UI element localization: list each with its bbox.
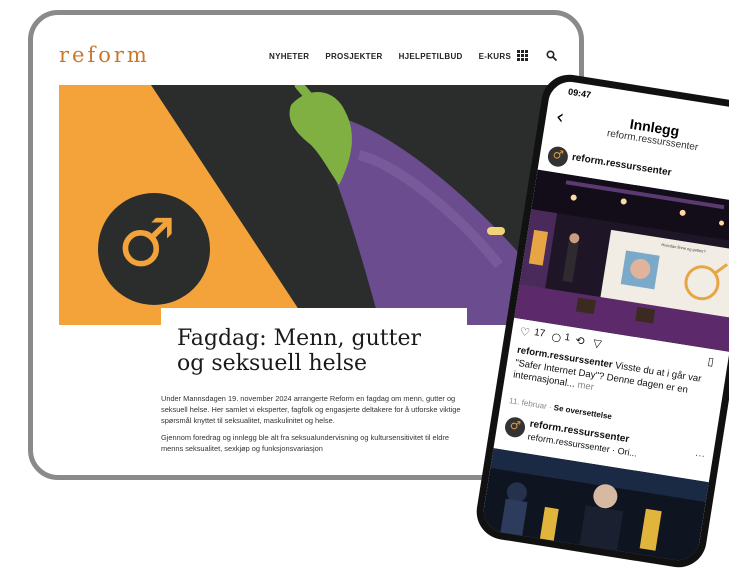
nav-item-prosjekter[interactable]: PROSJEKTER <box>325 52 382 61</box>
mockup-stage: reform NYHETER PROSJEKTER HJELPETILBUD E… <box>0 0 729 571</box>
search-icon[interactable] <box>546 50 557 61</box>
main-nav: NYHETER PROSJEKTER HJELPETILBUD E-KURS <box>269 52 511 61</box>
article-paragraph: Under Mannsdagen 19. november 2024 arran… <box>161 394 461 425</box>
like-count: 17 <box>533 327 546 340</box>
nav-item-e-kurs[interactable]: E-KURS <box>479 52 511 61</box>
comment-icon[interactable]: ○ <box>551 330 563 344</box>
bookmark-icon[interactable]: ▯ <box>707 355 715 369</box>
site-logo[interactable]: reform <box>59 43 150 67</box>
article-paragraph: Gjennom foredrag og innlegg ble alt fra … <box>161 433 449 453</box>
grid-icon[interactable] <box>517 50 528 61</box>
nav-item-hjelpetilbud[interactable]: HJELPETILBUD <box>399 52 463 61</box>
post-photo[interactable]: Hvordan finne og guttes? <box>514 169 729 352</box>
hero-illustration: ♂ <box>59 85 577 325</box>
avatar[interactable]: ♂ <box>503 415 527 439</box>
post-date: 11. februar <box>508 396 548 411</box>
status-time: 09:47 <box>567 86 592 100</box>
male-symbol-icon: ♂ <box>551 146 565 163</box>
share-icon[interactable]: ▽ <box>592 337 602 351</box>
male-symbol-icon: ♂ <box>117 205 177 282</box>
translate-link[interactable]: Se oversettelse <box>553 403 612 421</box>
avatar[interactable]: ♂ <box>546 145 570 169</box>
article-body: Under Mannsdagen 19. november 2024 arran… <box>161 393 467 460</box>
more-options-icon[interactable]: ··· <box>694 450 706 462</box>
caption-more-link[interactable]: mer <box>574 379 595 393</box>
site-header: reform NYHETER PROSJEKTER HJELPETILBUD E… <box>51 33 577 85</box>
male-symbol-icon: ♂ <box>508 417 522 434</box>
like-heart-icon[interactable]: ♡ <box>519 325 531 339</box>
repost-icon[interactable]: ⟲ <box>574 334 585 348</box>
article-title: Fagdag: Menn, gutter og seksuell helse <box>177 326 421 376</box>
article-title-card: Fagdag: Menn, gutter og seksuell helse <box>161 308 467 388</box>
comment-count: 1 <box>563 331 572 344</box>
nav-item-nyheter[interactable]: NYHETER <box>269 52 309 61</box>
